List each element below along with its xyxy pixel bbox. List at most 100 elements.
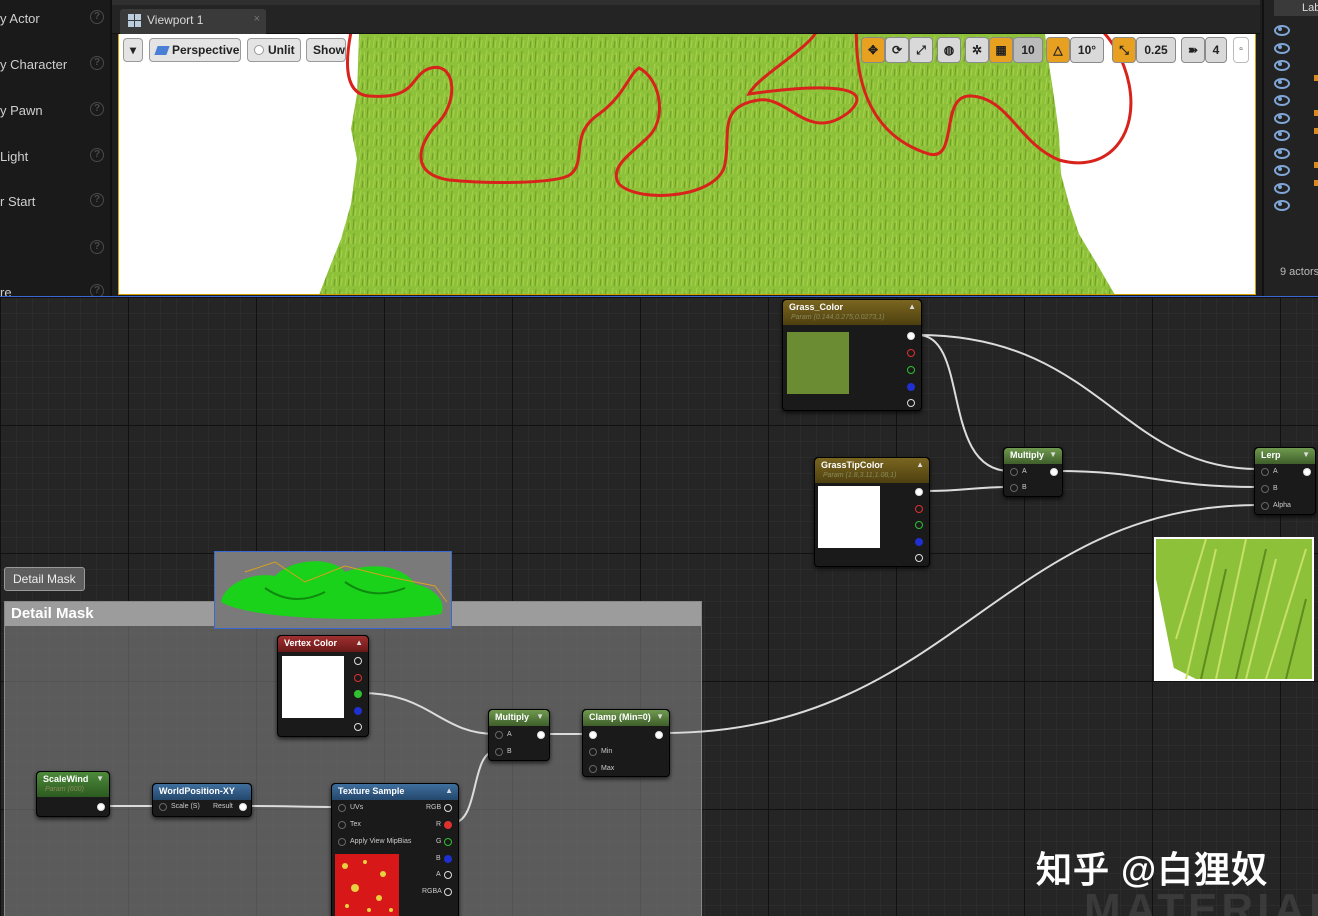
visibility-eye-icon[interactable] [1274, 94, 1290, 106]
scale-snap-value[interactable]: 0.25 [1136, 37, 1176, 63]
input-max-pin[interactable] [589, 765, 597, 773]
output-g-pin[interactable] [354, 690, 362, 698]
input-b-pin[interactable] [1010, 484, 1018, 492]
output-a-pin[interactable] [444, 871, 452, 879]
input-b-pin[interactable] [1261, 485, 1269, 493]
collapse-arrow-icon[interactable]: ▼ [1302, 450, 1310, 459]
tab-viewport-1[interactable]: Viewport 1 × [120, 9, 266, 34]
visibility-eye-icon[interactable] [1274, 77, 1290, 89]
output-rgb-pin[interactable] [915, 488, 923, 496]
output-pin[interactable] [97, 803, 105, 811]
help-icon[interactable]: ? [90, 148, 104, 162]
output-g-pin[interactable] [907, 366, 915, 374]
grid-snap-icon[interactable]: ▦ [989, 37, 1013, 63]
help-icon[interactable]: ? [90, 240, 104, 254]
output-a-pin[interactable] [907, 399, 915, 407]
input-scale-pin[interactable] [159, 803, 167, 811]
output-result-pin[interactable] [239, 803, 247, 811]
close-icon[interactable]: × [254, 13, 260, 25]
camera-speed-icon[interactable]: ➽ [1181, 37, 1205, 63]
input-a-pin[interactable] [1261, 468, 1269, 476]
place-item-light[interactable]: Light ? [0, 146, 110, 168]
output-g-pin[interactable] [915, 521, 923, 529]
rotation-snap-value[interactable]: 10° [1070, 37, 1104, 63]
output-r-pin[interactable] [444, 821, 452, 829]
output-pin[interactable] [1303, 468, 1311, 476]
collapse-arrow-icon[interactable]: ▼ [656, 712, 664, 721]
output-b-pin[interactable] [907, 383, 915, 391]
input-uvs-pin[interactable] [338, 804, 346, 812]
place-item-player-start[interactable]: r Start ? [0, 191, 110, 213]
output-pin[interactable] [1050, 468, 1058, 476]
rotate-tool-icon[interactable]: ⟳ [885, 37, 909, 63]
collapse-arrow-icon[interactable]: ▼ [96, 774, 104, 783]
node-clamp[interactable]: Clamp (Min=0) ▼ Min Max [582, 709, 670, 777]
output-g-pin[interactable] [444, 838, 452, 846]
node-multiply-bottom[interactable]: Multiply ▼ A B [488, 709, 550, 761]
visibility-eye-icon[interactable] [1274, 182, 1290, 194]
translate-tool-icon[interactable]: ✥ [861, 37, 885, 63]
output-rgb-pin[interactable] [907, 332, 915, 340]
collapse-arrow-icon[interactable]: ▲ [908, 302, 916, 311]
node-grass-tip-color[interactable]: GrassTipColor Param (1.8,3.11,1.08,1) ▲ [814, 457, 930, 567]
perspective-button[interactable]: Perspective [149, 38, 241, 62]
output-a-pin[interactable] [915, 554, 923, 562]
input-tex-pin[interactable] [338, 821, 346, 829]
output-rgba-pin[interactable] [444, 888, 452, 896]
output-pin[interactable] [537, 731, 545, 739]
scale-tool-icon[interactable]: ⤢ [909, 37, 933, 63]
visibility-eye-icon[interactable] [1274, 147, 1290, 159]
visibility-eye-icon[interactable] [1274, 164, 1290, 176]
input-mip-pin[interactable] [338, 838, 346, 846]
rotation-snap-icon[interactable]: △ [1046, 37, 1070, 63]
help-icon[interactable]: ? [90, 193, 104, 207]
node-lerp[interactable]: Lerp ▼ A B Alpha [1254, 447, 1316, 515]
surface-snap-icon[interactable]: ✲ [965, 37, 989, 63]
visibility-eye-icon[interactable] [1274, 129, 1290, 141]
place-item-character[interactable]: y Character ? [0, 54, 110, 76]
node-scale-wind[interactable]: ScaleWind Param (600) ▼ [36, 771, 110, 817]
output-a-pin[interactable] [354, 723, 362, 731]
collapse-arrow-icon[interactable]: ▲ [916, 460, 924, 469]
input-a-pin[interactable] [1010, 468, 1018, 476]
collapse-arrow-icon[interactable]: ▲ [355, 638, 363, 647]
show-button[interactable]: Show [306, 38, 346, 62]
output-pin[interactable] [655, 731, 663, 739]
node-grass-color[interactable]: Grass_Color Param (0.144,0.275,0.0273,1)… [782, 299, 922, 411]
input-b-pin[interactable] [495, 748, 503, 756]
place-item-pawn[interactable]: y Pawn ? [0, 100, 110, 122]
visibility-eye-icon[interactable] [1274, 24, 1290, 36]
collapse-arrow-icon[interactable]: ▼ [1049, 450, 1057, 459]
help-icon[interactable]: ? [90, 102, 104, 116]
visibility-eye-icon[interactable] [1274, 199, 1290, 211]
collapse-arrow-icon[interactable]: ▲ [445, 786, 453, 795]
input-alpha-pin[interactable] [1261, 502, 1269, 510]
help-icon[interactable]: ? [90, 56, 104, 70]
world-space-icon[interactable]: ◍ [937, 37, 961, 63]
output-rgb-pin[interactable] [354, 657, 362, 665]
level-viewport[interactable]: ▾ Perspective Unlit Show ✥ ⟳ ⤢ ◍ ✲ ▦ 10 … [118, 34, 1256, 295]
node-multiply-top[interactable]: Multiply ▼ A B [1003, 447, 1063, 497]
output-b-pin[interactable] [915, 538, 923, 546]
viewport-options-button[interactable]: ▾ [123, 38, 143, 62]
node-vertex-color[interactable]: Vertex Color ▲ [277, 635, 369, 737]
outliner-label-header[interactable]: Label [1274, 0, 1318, 16]
output-rgb-pin[interactable] [444, 804, 452, 812]
maximize-viewport-icon[interactable]: ▫ [1233, 37, 1249, 63]
scale-snap-icon[interactable]: ⤡ [1112, 37, 1136, 63]
output-r-pin[interactable] [915, 505, 923, 513]
grid-snap-value[interactable]: 10 [1013, 37, 1043, 63]
node-world-position-xy[interactable]: WorldPosition-XY Scale (S) Result [152, 783, 252, 817]
input-a-pin[interactable] [495, 731, 503, 739]
place-item-actor[interactable]: y Actor ? [0, 8, 110, 30]
place-item-blank[interactable]: ? [0, 238, 110, 260]
collapse-arrow-icon[interactable]: ▼ [536, 712, 544, 721]
output-b-pin[interactable] [444, 855, 452, 863]
visibility-eye-icon[interactable] [1274, 59, 1290, 71]
node-texture-sample[interactable]: Texture Sample ▲ UVs Tex Apply View MipB… [331, 783, 459, 916]
help-icon[interactable]: ? [90, 10, 104, 24]
visibility-eye-icon[interactable] [1274, 42, 1290, 54]
output-r-pin[interactable] [907, 349, 915, 357]
output-b-pin[interactable] [354, 707, 362, 715]
visibility-eye-icon[interactable] [1274, 112, 1290, 124]
